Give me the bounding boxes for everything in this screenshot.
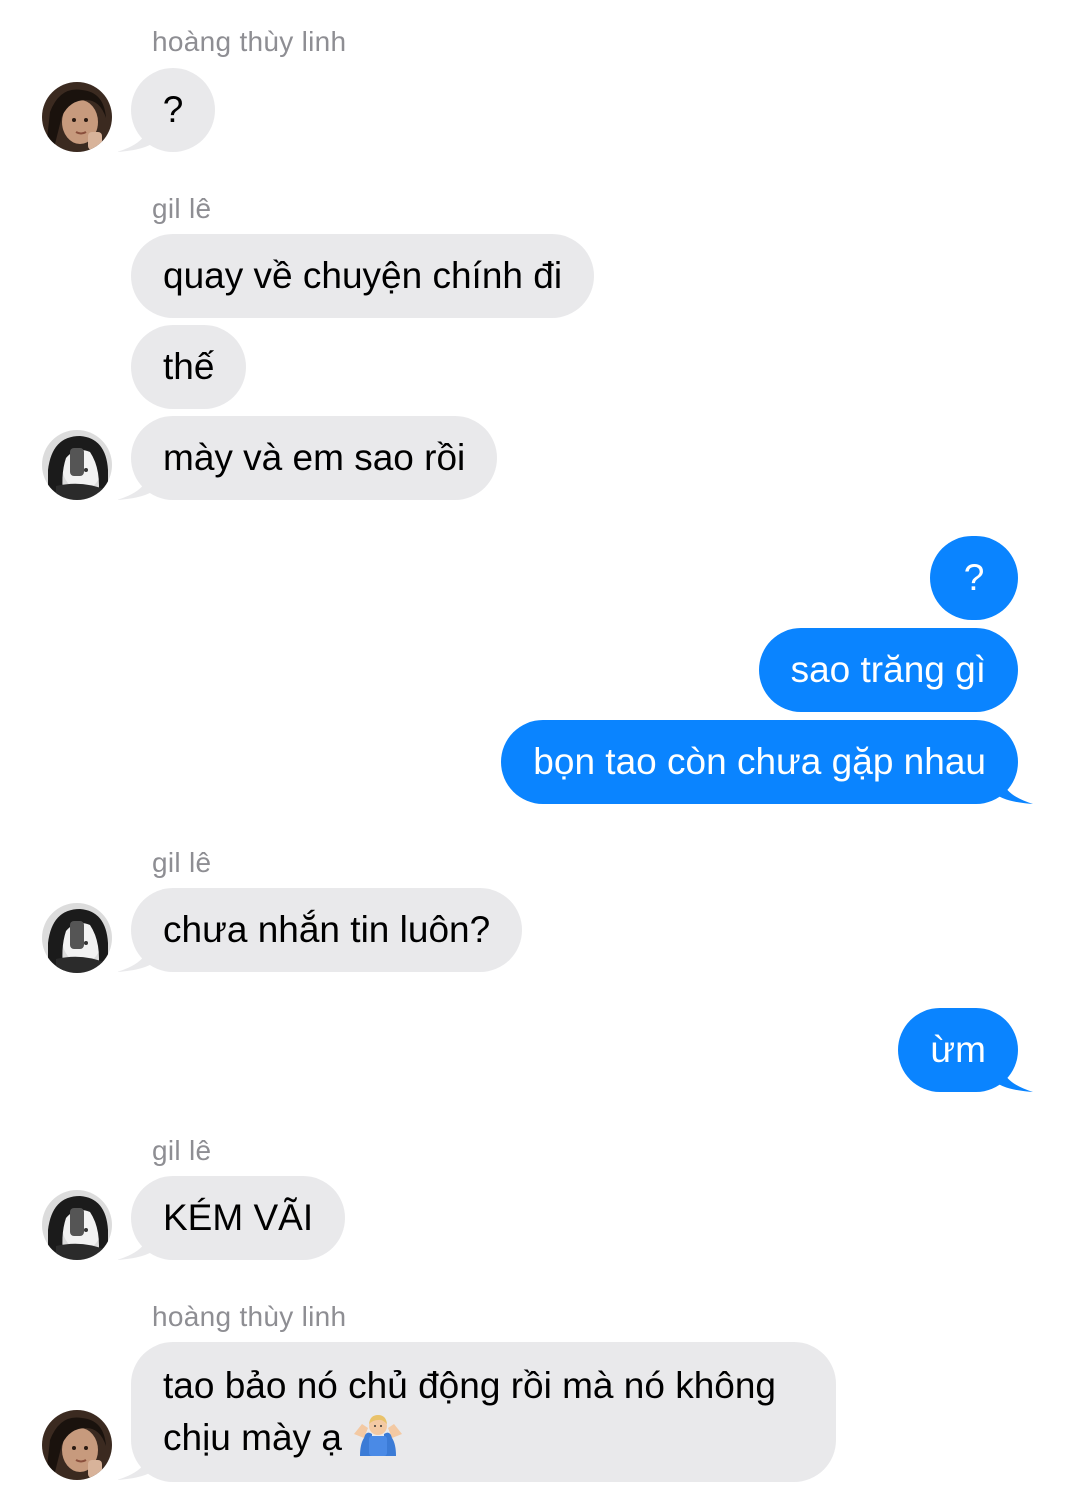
message-text: bọn tao còn chưa gặp nhau <box>533 741 986 782</box>
avatar[interactable] <box>42 1190 112 1260</box>
sender-name: gil lê <box>152 847 212 878</box>
incoming-message[interactable]: chưa nhắn tin luôn? <box>131 888 523 972</box>
person-shrugging-emoji-icon <box>354 1415 403 1456</box>
sender-name: hoàng thùy linh <box>152 1301 347 1332</box>
bubble-tail-icon <box>117 120 157 152</box>
outgoing-message[interactable]: bọn tao còn chưa gặp nhau <box>501 720 1018 804</box>
avatar[interactable] <box>42 1410 112 1480</box>
incoming-message[interactable]: quay về chuyện chính đi <box>131 234 595 318</box>
bubble-tail-icon <box>117 1448 157 1480</box>
message-text: ? <box>162 89 184 130</box>
avatar[interactable] <box>42 430 112 500</box>
incoming-message[interactable]: thế <box>131 325 247 409</box>
avatar[interactable] <box>42 82 112 152</box>
outgoing-message[interactable]: ? <box>930 536 1018 620</box>
sender-name: gil lê <box>152 1135 212 1166</box>
avatar[interactable] <box>42 903 112 973</box>
incoming-message[interactable]: KÉM VÃI <box>131 1176 346 1260</box>
message-text: mày và em sao rồi <box>163 437 466 478</box>
message-text: KÉM VÃI <box>163 1197 314 1238</box>
incoming-message[interactable]: mày và em sao rồi <box>131 416 498 500</box>
sender-name: hoàng thùy linh <box>152 26 347 57</box>
bubble-tail-icon <box>117 468 157 500</box>
message-text: ? <box>963 557 985 598</box>
message-text: chịu mày ạ <box>163 1417 342 1458</box>
message-text: sao trăng gì <box>790 649 986 690</box>
message-text-line: chịu mày ạ <box>163 1412 796 1464</box>
bubble-tail-icon <box>117 940 157 972</box>
bubble-tail-icon <box>993 772 1033 804</box>
message-text: quay về chuyện chính đi <box>163 255 563 296</box>
message-text: ừm <box>930 1029 986 1070</box>
message-text: chưa nhắn tin luôn? <box>163 909 491 950</box>
message-text-line: tao bảo nó chủ động rồi mà nó không <box>163 1365 777 1406</box>
incoming-message[interactable]: tao bảo nó chủ động rồi mà nó không chịu… <box>131 1342 836 1482</box>
bubble-tail-icon <box>117 1228 157 1260</box>
sender-name: gil lê <box>152 193 212 224</box>
message-text: thế <box>163 346 215 387</box>
bubble-tail-icon <box>993 1060 1033 1092</box>
outgoing-message[interactable]: sao trăng gì <box>758 628 1018 712</box>
